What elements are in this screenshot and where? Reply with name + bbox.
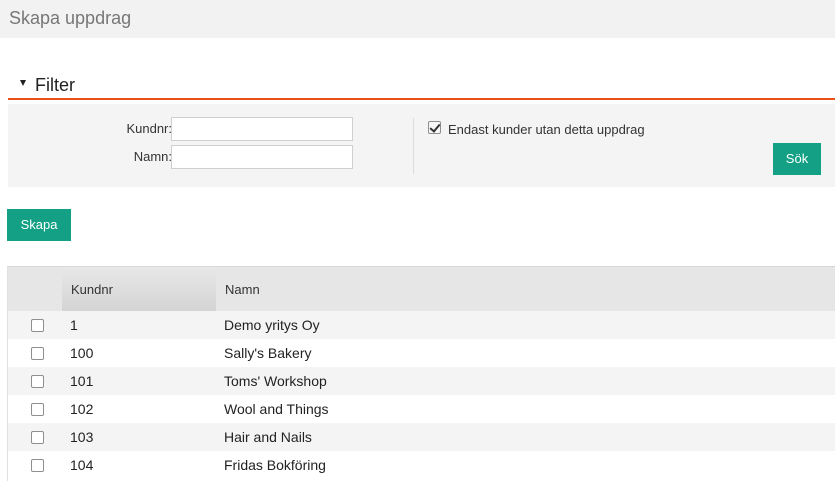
table-row[interactable]: 101 Toms' Workshop bbox=[8, 367, 835, 395]
table-row[interactable]: 102 Wool and Things bbox=[8, 395, 835, 423]
row-kundnr: 101 bbox=[70, 373, 94, 389]
row-namn: Sally's Bakery bbox=[224, 345, 312, 361]
row-checkbox[interactable] bbox=[31, 459, 44, 472]
table-row[interactable]: 1 Demo yritys Oy bbox=[8, 311, 835, 339]
row-kundnr: 1 bbox=[70, 317, 78, 333]
row-namn: Hair and Nails bbox=[224, 429, 312, 445]
only-without-checkbox[interactable] bbox=[428, 121, 441, 134]
filter-divider bbox=[413, 118, 414, 174]
row-kundnr: 100 bbox=[70, 345, 94, 361]
caret-down-icon bbox=[20, 80, 26, 86]
column-header-kundnr-label: Kundnr bbox=[71, 282, 113, 297]
only-without-label: Endast kunder utan detta uppdrag bbox=[448, 122, 645, 137]
column-header-namn-label[interactable]: Namn bbox=[225, 282, 260, 297]
row-kundnr: 103 bbox=[70, 429, 94, 445]
table-row[interactable]: 100 Sally's Bakery bbox=[8, 339, 835, 367]
row-namn: Toms' Workshop bbox=[224, 373, 327, 389]
namn-label: Namn: bbox=[133, 149, 172, 164]
namn-input[interactable] bbox=[171, 145, 353, 169]
row-checkbox[interactable] bbox=[31, 347, 44, 360]
row-checkbox[interactable] bbox=[31, 431, 44, 444]
row-checkbox[interactable] bbox=[31, 375, 44, 388]
row-checkbox[interactable] bbox=[31, 403, 44, 416]
row-namn: Demo yritys Oy bbox=[224, 317, 320, 333]
search-button[interactable]: Sök bbox=[773, 143, 821, 175]
filter-panel: Kundnr: Namn: Endast kunder utan detta u… bbox=[8, 104, 835, 187]
kundnr-label: Kundnr: bbox=[126, 121, 172, 136]
title-bar: Skapa uppdrag bbox=[0, 0, 835, 38]
table-row[interactable]: 103 Hair and Nails bbox=[8, 423, 835, 451]
row-checkbox[interactable] bbox=[31, 319, 44, 332]
row-kundnr: 102 bbox=[70, 401, 94, 417]
page-title: Skapa uppdrag bbox=[9, 8, 132, 28]
table-row[interactable]: 104 Fridas Bokföring bbox=[8, 451, 835, 479]
row-namn: Wool and Things bbox=[224, 401, 329, 417]
customer-table: Kundnr Namn 1 Demo yritys Oy 100 Sally's… bbox=[7, 266, 835, 481]
filter-toggle[interactable]: Filter bbox=[8, 74, 835, 100]
row-namn: Fridas Bokföring bbox=[224, 457, 326, 473]
row-kundnr: 104 bbox=[70, 457, 94, 473]
kundnr-input[interactable] bbox=[171, 117, 353, 141]
create-button[interactable]: Skapa bbox=[7, 209, 71, 241]
filter-title: Filter bbox=[35, 75, 75, 95]
table-header: Kundnr Namn bbox=[8, 266, 835, 311]
